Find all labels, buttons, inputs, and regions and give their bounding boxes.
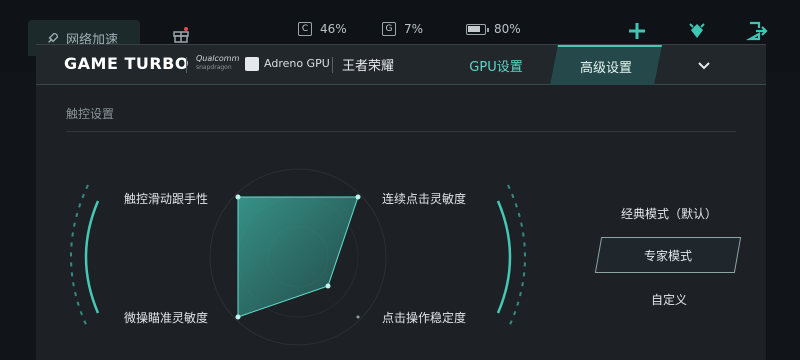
battery-value: 80% [494,22,521,36]
label-aim-sensitivity: 微操瞄准灵敏度 [124,311,209,325]
exit-icon[interactable] [746,20,768,42]
snapdragon-text: snapdragon [196,64,232,71]
radar-point[interactable] [325,283,331,289]
game-turbo-panel: GAME TURBO Qualcomm snapdragon Adreno GP… [36,44,766,360]
mode-classic-option[interactable]: 经典模式（默认） [614,205,724,222]
battery-status: 80% [466,22,521,36]
adreno-label: Adreno GPU [264,57,330,70]
radar-point[interactable] [355,194,361,200]
tab-advanced-settings[interactable]: 高级设置 [550,45,662,85]
gpu-icon: G [382,22,396,36]
qualcomm-logo: Qualcomm snapdragon [196,54,239,72]
gpu-usage: G 7% [382,22,423,36]
brand-title: GAME TURBO [64,54,189,73]
mode-expert-option[interactable]: 专家模式 [594,237,742,273]
label-tap-stability: 点击操作稳定度 [382,311,467,325]
rocket-icon [48,32,59,43]
mode-custom-option[interactable]: 自定义 [614,291,724,308]
game-name: 王者荣耀 [342,59,395,74]
battery-icon [466,23,489,35]
section-divider [66,131,736,132]
radar-axis-point [356,315,360,319]
header-divider [332,57,333,73]
tab-gpu-settings[interactable]: GPU设置 [446,45,546,85]
plus-icon[interactable] [626,20,648,42]
header-divider [186,57,187,73]
cpu-usage: C 46% [298,22,347,36]
alarm-icon[interactable] [686,20,708,42]
chevron-down-icon[interactable] [696,57,712,73]
mode-expert-label: 专家模式 [643,248,692,263]
gift-icon[interactable] [172,26,190,44]
radar-point[interactable] [235,314,241,320]
radar-point[interactable] [235,194,241,200]
cpu-usage-value: 46% [320,22,347,36]
radar-graphic [70,168,526,346]
qualcomm-text: Qualcomm [196,54,240,63]
label-swipe-responsiveness: 触控滑动跟手性 [124,192,209,206]
gpu-usage-value: 7% [404,22,424,36]
panel-header: GAME TURBO Qualcomm snapdragon Adreno GP… [36,45,766,85]
cpu-icon: C [298,22,312,36]
label-continuous-tap-sensitivity: 连续点击灵敏度 [382,192,467,206]
section-title: 触控设置 [66,107,115,121]
gpu-chip-icon [245,57,259,71]
